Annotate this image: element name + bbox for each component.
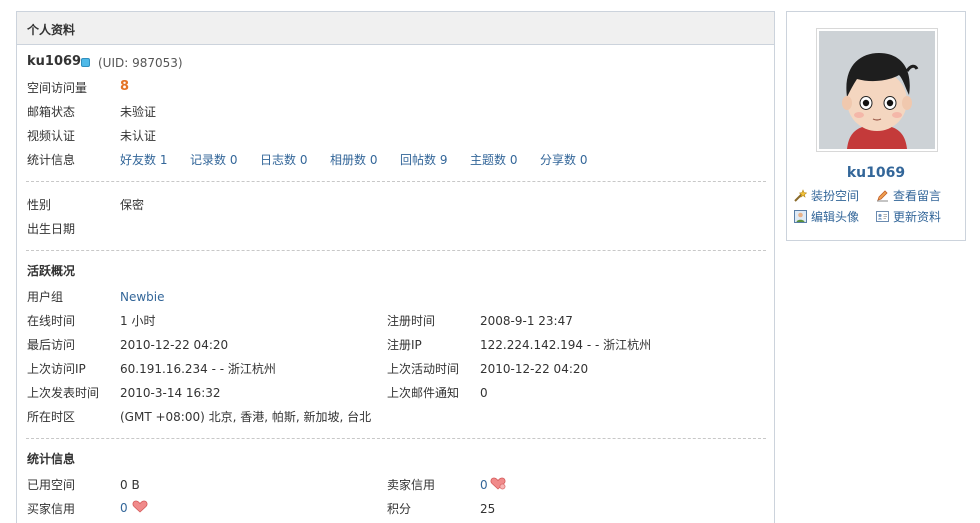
decorate-space-link[interactable]: 装扮空间	[794, 188, 859, 204]
panel-title: 个人资料	[17, 12, 774, 45]
view-messages-label: 查看留言	[893, 189, 942, 203]
last-active-value: 2010-12-22 04:20	[480, 362, 589, 376]
stat-replies-link[interactable]: 回帖数 9	[400, 152, 447, 168]
last-ip-label: 上次访问IP	[27, 362, 86, 376]
divider	[26, 438, 766, 439]
email-status-label: 邮箱状态	[27, 105, 76, 119]
last-active-label: 上次活动时间	[387, 362, 460, 376]
stat-threads-link[interactable]: 主题数 0	[470, 152, 517, 168]
avatar[interactable]	[816, 28, 938, 152]
update-profile-label: 更新资料	[893, 210, 942, 224]
seller-credit-label: 卖家信用	[387, 478, 436, 492]
last-visit-label: 最后访问	[27, 338, 76, 352]
stat-blogs-link[interactable]: 日志数 0	[260, 152, 307, 168]
last-ip-value: 60.191.16.234 - - 浙江杭州	[120, 362, 276, 376]
heart-icon	[132, 499, 148, 515]
username: ku1069	[27, 54, 82, 69]
online-status-icon	[81, 55, 90, 71]
used-space-value: 0 B	[120, 478, 140, 492]
last-post-value: 2010-3-14 16:32	[120, 386, 221, 400]
view-messages-link[interactable]: 查看留言	[876, 188, 941, 204]
divider	[26, 181, 766, 182]
points-value: 25	[480, 502, 496, 516]
stats-label: 统计信息	[27, 153, 76, 167]
seller-credit-link[interactable]: 0	[480, 477, 488, 493]
last-visit-value: 2010-12-22 04:20	[120, 338, 229, 352]
sidebar-username[interactable]: ku1069	[787, 165, 965, 181]
edit-avatar-label: 编辑头像	[811, 210, 860, 224]
register-time-label: 注册时间	[387, 314, 436, 328]
last-mail-value: 0	[480, 386, 488, 400]
visits-label: 空间访问量	[27, 81, 88, 95]
update-profile-link[interactable]: 更新资料	[876, 209, 941, 225]
birthday-label: 出生日期	[27, 222, 76, 236]
timezone-label: 所在时区	[27, 410, 76, 424]
gender-value: 保密	[120, 198, 145, 212]
image-icon	[794, 210, 807, 223]
register-time-value: 2008-9-1 23:47	[480, 314, 573, 328]
online-time-label: 在线时间	[27, 314, 76, 328]
stat-friends-link[interactable]: 好友数 1	[120, 152, 167, 168]
buyer-credit-link[interactable]: 0	[120, 500, 128, 516]
last-post-label: 上次发表时间	[27, 386, 100, 400]
video-auth-value: 未认证	[120, 129, 157, 143]
profile-sidebar: ku1069	[786, 11, 966, 241]
wand-icon	[794, 189, 808, 202]
points-label: 积分	[387, 502, 412, 516]
online-time-value: 1 小时	[120, 314, 156, 328]
register-ip-label: 注册IP	[387, 338, 422, 352]
stat-shares-link[interactable]: 分享数 0	[540, 152, 587, 168]
pencil-icon	[876, 189, 889, 202]
profile-panel: 个人资料	[16, 11, 775, 523]
video-auth-label: 视频认证	[27, 129, 76, 143]
edit-avatar-link[interactable]: 编辑头像	[794, 209, 859, 225]
visits-value: 8	[120, 79, 130, 94]
heart-icon	[490, 476, 506, 492]
activity-section-title: 活跃概况	[27, 264, 76, 278]
used-space-label: 已用空间	[27, 478, 76, 492]
timezone-value: (GMT +08:00) 北京, 香港, 帕斯, 新加坡, 台北	[120, 410, 372, 424]
buyer-credit-label: 买家信用	[27, 502, 76, 516]
register-ip-value: 122.224.142.194 - - 浙江杭州	[480, 338, 652, 352]
stat-records-link[interactable]: 记录数 0	[190, 152, 237, 168]
usergroup-label: 用户组	[27, 290, 64, 304]
stat-albums-link[interactable]: 相册数 0	[330, 152, 377, 168]
statistics-section-title: 统计信息	[27, 452, 76, 466]
email-status-value: 未验证	[120, 105, 157, 119]
divider	[26, 250, 766, 251]
gender-label: 性别	[27, 198, 52, 212]
usergroup-link[interactable]: Newbie	[120, 289, 165, 305]
decorate-space-label: 装扮空间	[811, 189, 860, 203]
user-uid: (UID: 987053)	[98, 56, 183, 70]
profile-card-icon	[876, 210, 889, 223]
last-mail-label: 上次邮件通知	[387, 386, 460, 400]
